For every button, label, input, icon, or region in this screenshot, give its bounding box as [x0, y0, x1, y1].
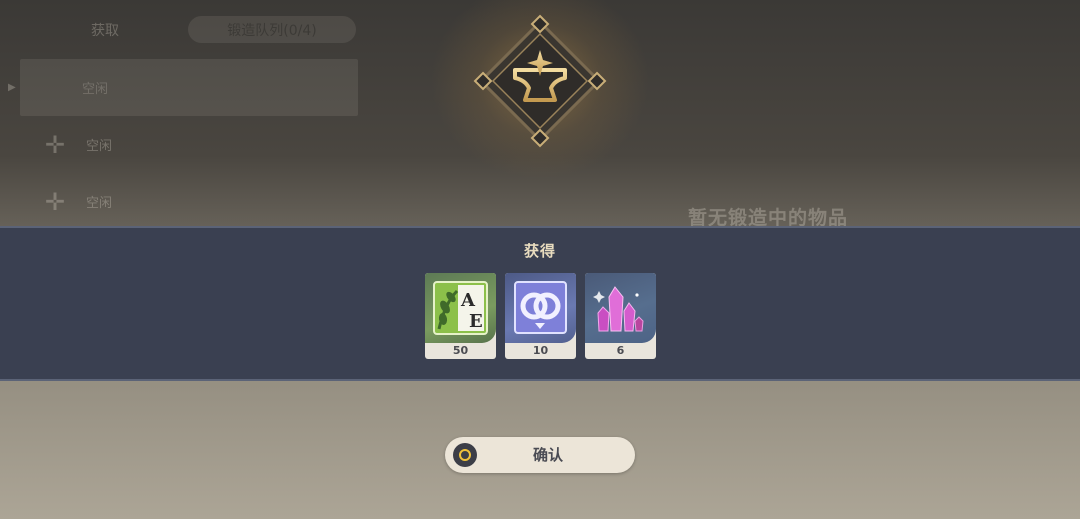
tab-forging-queue: 锻造队列(0/4)	[188, 16, 356, 43]
tab-obtain: 获取	[91, 22, 119, 39]
reward-count: 50	[452, 344, 469, 357]
anvil-spark-icon	[473, 14, 607, 148]
banner-title: 获得	[523, 242, 556, 260]
reward-count: 6	[616, 344, 625, 357]
queue-slot-1: ▶ 空闲	[8, 59, 358, 116]
pink-crystal-icon	[585, 273, 656, 343]
ae-bundle-icon: A E	[425, 273, 496, 343]
reward-item-3[interactable]: 6	[585, 273, 656, 359]
svg-text:E: E	[469, 311, 483, 332]
interlocked-rings-icon	[505, 273, 576, 343]
reward-item-1[interactable]: A E 50	[425, 273, 496, 359]
queue-slot-3: ✛ 空闲	[20, 173, 358, 230]
reward-item-2[interactable]: 10	[505, 273, 576, 359]
queue-slot-label: 空闲	[86, 196, 113, 211]
selection-arrow-icon: ▶	[8, 82, 16, 93]
reward-count: 10	[532, 344, 549, 357]
svg-text:A: A	[460, 290, 476, 311]
plus-icon: ✛	[44, 187, 66, 216]
confirm-label: 确认	[532, 446, 563, 464]
reward-banner: 获得 A E 50 10 6	[0, 226, 1080, 381]
confirm-button[interactable]: 确认	[445, 437, 635, 473]
queue-slot-label: 空闲	[82, 82, 109, 97]
queue-slot-2: ✛ 空闲	[20, 116, 358, 173]
plus-icon: ✛	[44, 130, 66, 159]
queue-slot-label: 空闲	[86, 139, 113, 154]
